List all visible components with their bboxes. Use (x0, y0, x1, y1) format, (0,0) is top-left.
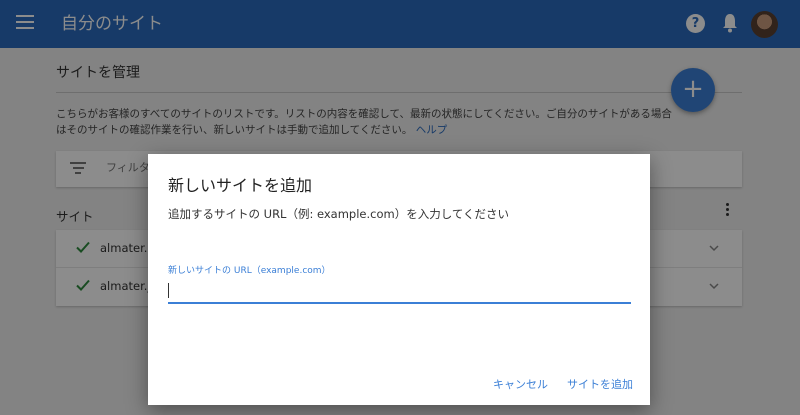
cancel-button[interactable]: キャンセル (493, 376, 548, 392)
add-site-dialog: 新しいサイトを追加 追加するサイトの URL（例: example.com）を入… (148, 154, 650, 405)
add-site-button[interactable]: サイトを追加 (567, 376, 633, 392)
dialog-instruction: 追加するサイトの URL（例: example.com）を入力してください (168, 207, 510, 221)
dialog-title: 新しいサイトを追加 (168, 176, 313, 195)
url-field-label: 新しいサイトの URL（example.com） (168, 266, 331, 276)
url-input[interactable] (168, 280, 631, 304)
text-cursor (168, 283, 169, 298)
